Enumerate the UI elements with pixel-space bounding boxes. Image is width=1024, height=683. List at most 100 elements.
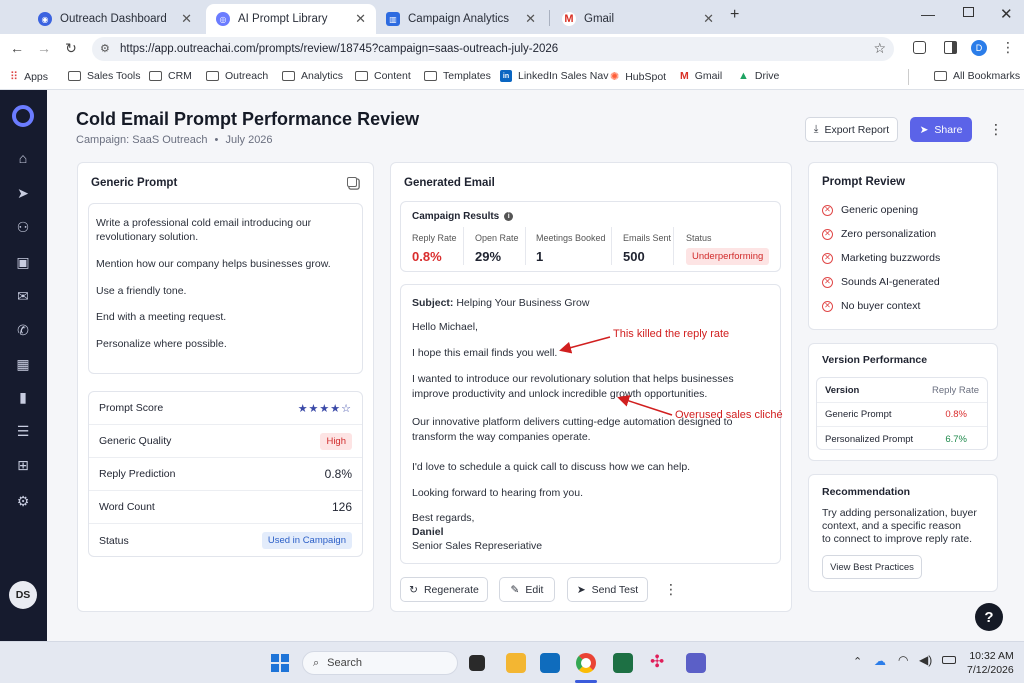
tab-ai-prompt-library[interactable]: ◎ AI Prompt Library ✕ — [206, 4, 376, 34]
reload-icon[interactable]: ↻ — [62, 40, 80, 57]
calendar-icon[interactable]: ▦ — [14, 355, 32, 373]
minimize-icon[interactable]: — — [921, 6, 935, 22]
excel-icon[interactable] — [613, 653, 633, 673]
analytics-icon[interactable]: ▮ — [14, 388, 32, 406]
bookmark-content[interactable]: Content — [355, 70, 411, 82]
tab-separator — [549, 10, 550, 26]
copy-icon[interactable] — [347, 177, 357, 187]
open-rate-value: 29% — [475, 249, 502, 264]
slack-icon[interactable]: ✣ — [650, 652, 664, 672]
volume-icon[interactable]: ◀) — [919, 653, 932, 667]
bookmark-templates[interactable]: Templates — [424, 70, 491, 82]
site-settings-icon[interactable]: ⚙ — [100, 42, 110, 55]
back-icon[interactable]: ← — [8, 40, 26, 56]
bookmark-label: HubSpot — [625, 70, 667, 83]
address-bar[interactable]: ⚙ https://app.outreachai.com/prompts/rev… — [92, 37, 894, 61]
edit-button[interactable]: ✎ Edit — [499, 577, 555, 602]
help-icon[interactable]: ? — [975, 603, 1003, 631]
tab-campaign-analytics[interactable]: ▥ Campaign Analytics ✕ — [376, 4, 546, 34]
new-tab-icon[interactable]: + — [730, 6, 739, 24]
settings-gear-icon[interactable]: ⚙ — [14, 492, 32, 510]
grid-icon[interactable]: ⊞ — [14, 456, 32, 474]
prompt-library-favicon-icon: ◎ — [216, 12, 230, 26]
button-label: Share — [934, 123, 963, 136]
bookmark-apps[interactable]: ⠿ Apps — [10, 70, 48, 84]
side-panel-icon[interactable] — [944, 41, 957, 54]
chrome-icon[interactable] — [576, 653, 596, 673]
email-more-icon[interactable]: ⋮ — [664, 581, 678, 598]
tab-label: Outreach Dashboard — [60, 13, 167, 25]
folder-icon — [355, 71, 368, 81]
stat-label: Prompt Score — [99, 402, 164, 414]
briefcase-icon[interactable]: ▣ — [14, 253, 32, 271]
close-window-icon[interactable]: ✕ — [1000, 5, 1013, 23]
bookmark-linkedin[interactable]: in LinkedIn Sales Nav — [500, 70, 608, 82]
send-test-button[interactable]: ➤ Send Test — [567, 577, 648, 602]
bookmark-hubspot[interactable]: ✺ HubSpot — [610, 70, 667, 84]
recommendation-line: context, and a specific reason — [822, 520, 961, 532]
windows-start-icon[interactable] — [271, 654, 289, 672]
clock-date: 7/12/2026 — [967, 664, 1014, 676]
browser-menu-icon[interactable]: ⋮ — [1001, 39, 1015, 56]
bookmark-drive[interactable]: ▲ Drive — [738, 70, 779, 82]
app-logo[interactable] — [12, 105, 34, 127]
send-icon: ➤ — [919, 123, 929, 136]
info-icon[interactable]: i — [504, 212, 514, 221]
task-view-icon[interactable] — [469, 655, 485, 671]
list-icon[interactable]: ☰ — [14, 422, 32, 440]
close-tab-icon[interactable]: ✕ — [181, 11, 192, 27]
outlook-icon[interactable] — [540, 653, 560, 673]
search-icon: ⌕ — [313, 656, 320, 669]
bookmark-star-icon[interactable]: ☆ — [873, 40, 886, 57]
teams-icon[interactable] — [686, 653, 706, 673]
home-icon[interactable]: ⌂ — [14, 149, 32, 167]
export-report-button[interactable]: ⤓ Export Report — [805, 117, 898, 142]
wifi-icon[interactable]: ◠ — [898, 653, 908, 667]
show-hidden-icons-icon[interactable]: ⌃ — [853, 655, 862, 668]
tab-gmail[interactable]: M Gmail ✕ — [552, 4, 724, 34]
bookmark-analytics[interactable]: Analytics — [282, 70, 343, 82]
card-title: Recommendation — [822, 486, 911, 498]
send-icon[interactable]: ➤ — [14, 184, 32, 202]
results-title: Campaign Results — [412, 211, 500, 222]
bookmark-gmail[interactable]: M Gmail — [680, 70, 722, 82]
folder-icon — [282, 71, 295, 81]
system-clock[interactable]: 10:32 AM 7/12/2026 — [967, 649, 1014, 677]
bookmark-all[interactable]: All Bookmarks — [934, 70, 1020, 82]
bookmark-crm[interactable]: CRM — [149, 70, 192, 82]
bookmark-outreach[interactable]: Outreach — [206, 70, 268, 82]
review-item: ✕ Zero personalization — [822, 222, 940, 246]
phone-icon[interactable]: ✆ — [14, 321, 32, 339]
quality-badge: High — [320, 432, 352, 450]
review-item-label: Sounds AI-generated — [841, 276, 940, 288]
share-button[interactable]: ➤ Share — [910, 117, 972, 142]
annotation-reply-rate: This killed the reply rate — [613, 328, 730, 340]
close-tab-icon[interactable]: ✕ — [703, 11, 714, 27]
more-options-icon[interactable]: ⋮ — [989, 121, 1003, 138]
apps-grid-icon: ⠿ — [10, 71, 19, 83]
regenerate-button[interactable]: ↻ Regenerate — [400, 577, 488, 602]
tab-outreach-dashboard[interactable]: ◉ Outreach Dashboard ✕ — [28, 4, 202, 34]
file-explorer-icon[interactable] — [506, 653, 526, 673]
stat-row-reply: Reply Prediction 0.8% — [89, 458, 362, 491]
metric-label: Reply Rate — [412, 233, 457, 243]
version-name: Personalized Prompt — [825, 433, 914, 445]
battery-icon[interactable] — [942, 656, 956, 664]
onedrive-icon[interactable]: ☁ — [874, 654, 886, 668]
taskbar-search[interactable]: ⌕ Search — [302, 651, 458, 675]
folder-icon — [206, 71, 219, 81]
profile-avatar[interactable]: D — [971, 40, 987, 56]
restore-icon[interactable] — [963, 7, 974, 17]
stat-label: Status — [99, 534, 129, 547]
forward-icon[interactable]: → — [35, 40, 53, 56]
view-best-practices-button[interactable]: View Best Practices — [822, 555, 922, 579]
bookmark-sales-tools[interactable]: Sales Tools — [68, 70, 141, 82]
annotation-arrow-2 — [617, 395, 673, 416]
close-tab-icon[interactable]: ✕ — [525, 11, 536, 27]
contacts-icon[interactable]: ⚇ — [14, 218, 32, 236]
mail-icon[interactable]: ✉ — [14, 287, 32, 305]
campaign-results-heading: Campaign Results i — [412, 211, 514, 222]
close-tab-icon[interactable]: ✕ — [355, 11, 366, 27]
user-avatar[interactable]: DS — [9, 581, 37, 609]
extensions-icon[interactable] — [913, 41, 926, 54]
